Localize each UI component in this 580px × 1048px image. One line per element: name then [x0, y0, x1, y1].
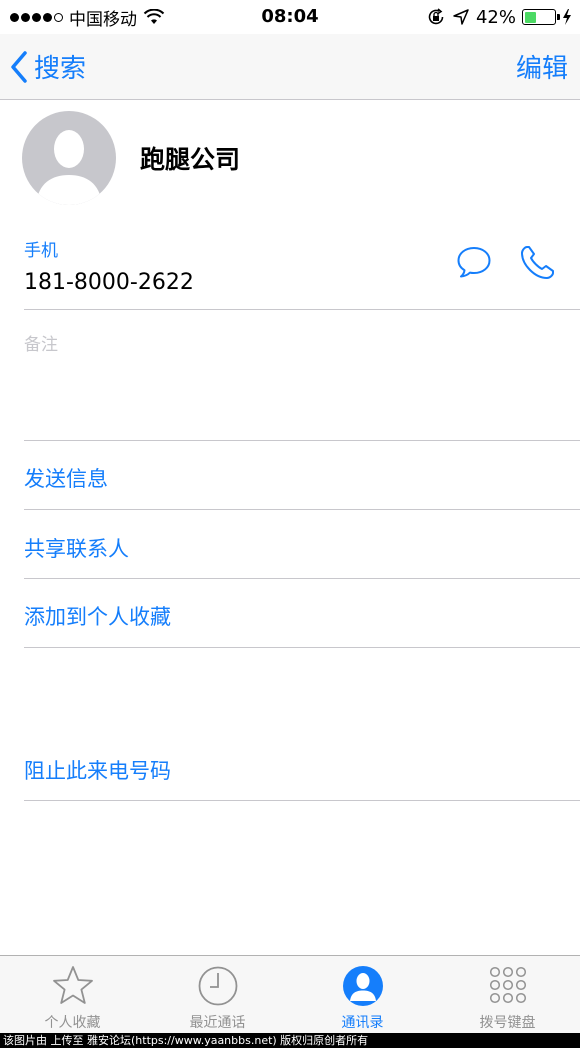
divider — [24, 440, 580, 441]
status-bar: 中国移动 08:04 42% — [0, 0, 580, 34]
status-left: 中国移动 — [10, 4, 165, 30]
charging-bolt-icon — [563, 9, 571, 25]
send-message-button[interactable]: 发送信息 — [24, 463, 108, 493]
divider — [24, 647, 580, 648]
tab-label: 拨号键盘 — [479, 1015, 536, 1031]
contacts-icon — [342, 966, 383, 1006]
status-right: 42% — [426, 4, 572, 30]
star-icon — [52, 966, 93, 1004]
signal-strength-icon — [10, 12, 63, 22]
back-button-label: 搜索 — [34, 54, 87, 84]
tab-keypad[interactable]: 拨号键盘 — [435, 956, 580, 1034]
divider — [24, 800, 580, 801]
avatar — [22, 111, 116, 205]
person-silhouette-icon — [36, 130, 102, 205]
chevron-left-icon — [11, 50, 27, 83]
tab-recents[interactable]: 最近通话 — [145, 956, 290, 1034]
location-arrow-icon — [453, 9, 469, 25]
share-contact-button[interactable]: 共享联系人 — [24, 533, 129, 563]
phone-type-label: 手机 — [24, 241, 58, 261]
keypad-icon — [489, 966, 526, 1004]
carrier-name: 中国移动 — [69, 9, 137, 30]
tab-label: 通讯录 — [341, 1015, 384, 1031]
divider — [24, 309, 580, 310]
add-to-favorites-button[interactable]: 添加到个人收藏 — [24, 601, 171, 631]
watermark-text: 该图片由 上传至 雅安论坛(https://www.yaanbbs.net) 版… — [0, 1033, 580, 1048]
phone-number[interactable]: 181-8000-2622 — [24, 270, 194, 295]
contact-name: 跑腿公司 — [140, 145, 241, 174]
message-bubble-icon[interactable] — [456, 245, 492, 279]
clock-icon — [198, 966, 237, 1006]
divider — [24, 578, 580, 579]
back-button[interactable]: 搜索 — [10, 48, 86, 85]
navigation-bar: 搜索 编辑 — [0, 34, 580, 100]
block-caller-button[interactable]: 阻止此来电号码 — [24, 755, 171, 785]
tab-favorites[interactable]: 个人收藏 — [0, 956, 145, 1034]
battery-percent: 42% — [475, 6, 516, 28]
tab-label: 个人收藏 — [44, 1015, 101, 1031]
phone-call-icon[interactable] — [518, 244, 556, 282]
notes-field[interactable]: 备注 — [24, 330, 58, 355]
orientation-lock-icon — [428, 8, 444, 25]
tab-label: 最近通话 — [189, 1015, 246, 1031]
edit-button[interactable]: 编辑 — [516, 48, 568, 85]
tab-bar: 个人收藏 最近通话 通讯录 拨号键盘 — [0, 955, 580, 1033]
battery-icon — [522, 9, 560, 25]
wifi-icon — [143, 9, 165, 24]
tab-contacts[interactable]: 通讯录 — [290, 956, 435, 1034]
divider — [24, 509, 580, 510]
